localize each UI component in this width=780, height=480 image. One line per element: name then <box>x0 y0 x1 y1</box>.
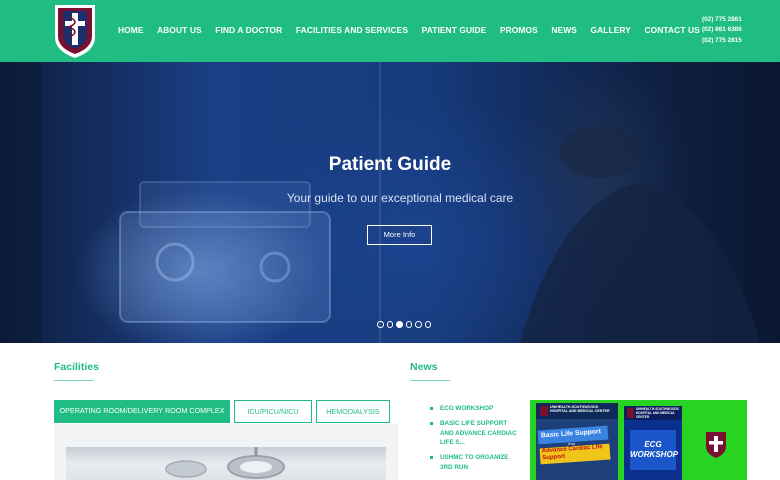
poster-left-header: UNIHEALTH-SOUTHWOODS HOSPITAL AND MEDICA… <box>550 405 610 414</box>
more-info-button[interactable]: More Info <box>367 225 432 245</box>
nav-about-us[interactable]: ABOUT US <box>157 25 202 35</box>
news-poster-image[interactable]: UNIHEALTH-SOUTHWOODS HOSPITAL AND MEDICA… <box>530 400 747 480</box>
slider-dot[interactable] <box>424 321 431 328</box>
hero-slider: Patient Guide Your guide to our exceptio… <box>0 62 780 343</box>
slider-dot[interactable] <box>405 321 412 328</box>
nav-find-a-doctor[interactable]: FIND A DOCTOR <box>215 25 282 35</box>
news-item-label[interactable]: USHMC TO ORGANIZE 3RD RUN <box>440 454 508 471</box>
news-item[interactable]: USHMC TO ORGANIZE 3RD RUN <box>430 453 520 472</box>
main-nav: HOME ABOUT US FIND A DOCTOR FACILITIES A… <box>118 25 713 35</box>
phone-number[interactable]: (02) 861 6386 <box>702 25 742 35</box>
phone-number[interactable]: (02) 775 2815 <box>702 36 742 46</box>
nav-facilities-and-services[interactable]: FACILITIES AND SERVICES <box>296 25 408 35</box>
phone-number[interactable]: (02) 775 2861 <box>702 15 742 25</box>
tab-icu[interactable]: ICU/PICU/NICU <box>234 400 312 423</box>
tab-operating-room[interactable]: OPERATING ROOM/DELIVERY ROOM COMPLEX <box>54 400 230 423</box>
nav-promos[interactable]: PROMOS <box>500 25 538 35</box>
news-item-label[interactable]: ECG WORKSHOP <box>440 405 493 412</box>
hero-title: Patient Guide <box>328 154 452 175</box>
news-title: News <box>410 361 438 373</box>
poster-right-header: UNIHEALTH-SOUTHWOODS HOSPITAL AND MEDICA… <box>636 407 679 419</box>
slider-dot-active[interactable] <box>396 321 403 328</box>
news-item-label[interactable]: BASIC LIFE SUPPORT AND ADVANCE CARDIAC L… <box>440 420 517 446</box>
nav-gallery[interactable]: GALLERY <box>591 25 631 35</box>
slider-dots <box>377 321 434 328</box>
news-item[interactable]: ECG WORKSHOP <box>430 404 520 414</box>
nav-contact-us[interactable]: CONTACT US <box>645 25 700 35</box>
slider-dot[interactable] <box>377 321 384 328</box>
nav-home[interactable]: HOME <box>118 25 144 35</box>
nav-news[interactable]: NEWS <box>551 25 577 35</box>
slider-dot[interactable] <box>415 321 422 328</box>
phone-numbers: (02) 775 2861 (02) 861 6386 (02) 775 281… <box>702 15 742 46</box>
bullet-icon <box>430 407 433 410</box>
bullet-icon <box>430 422 433 425</box>
poster-right-title: ECG WORKSHOP <box>630 440 678 459</box>
news-list: ECG WORKSHOP BASIC LIFE SUPPORT AND ADVA… <box>430 404 520 478</box>
facilities-title: Facilities <box>54 361 99 373</box>
bullet-icon <box>430 456 433 459</box>
slider-dot[interactable] <box>386 321 393 328</box>
hero-subtitle: Your guide to our exceptional medical ca… <box>286 191 514 205</box>
nav-patient-guide[interactable]: PATIENT GUIDE <box>422 25 487 35</box>
operating-room-photo <box>66 447 386 480</box>
news-divider <box>410 380 450 381</box>
hospital-logo-icon[interactable] <box>52 3 98 59</box>
site-header: HOME ABOUT US FIND A DOCTOR FACILITIES A… <box>0 0 780 62</box>
news-item[interactable]: BASIC LIFE SUPPORT AND ADVANCE CARDIAC L… <box>430 419 520 448</box>
surgical-lamp-icon <box>165 447 285 479</box>
tab-hemodialysis[interactable]: HEMODIALYSIS <box>316 400 390 423</box>
facilities-divider <box>54 380 94 381</box>
